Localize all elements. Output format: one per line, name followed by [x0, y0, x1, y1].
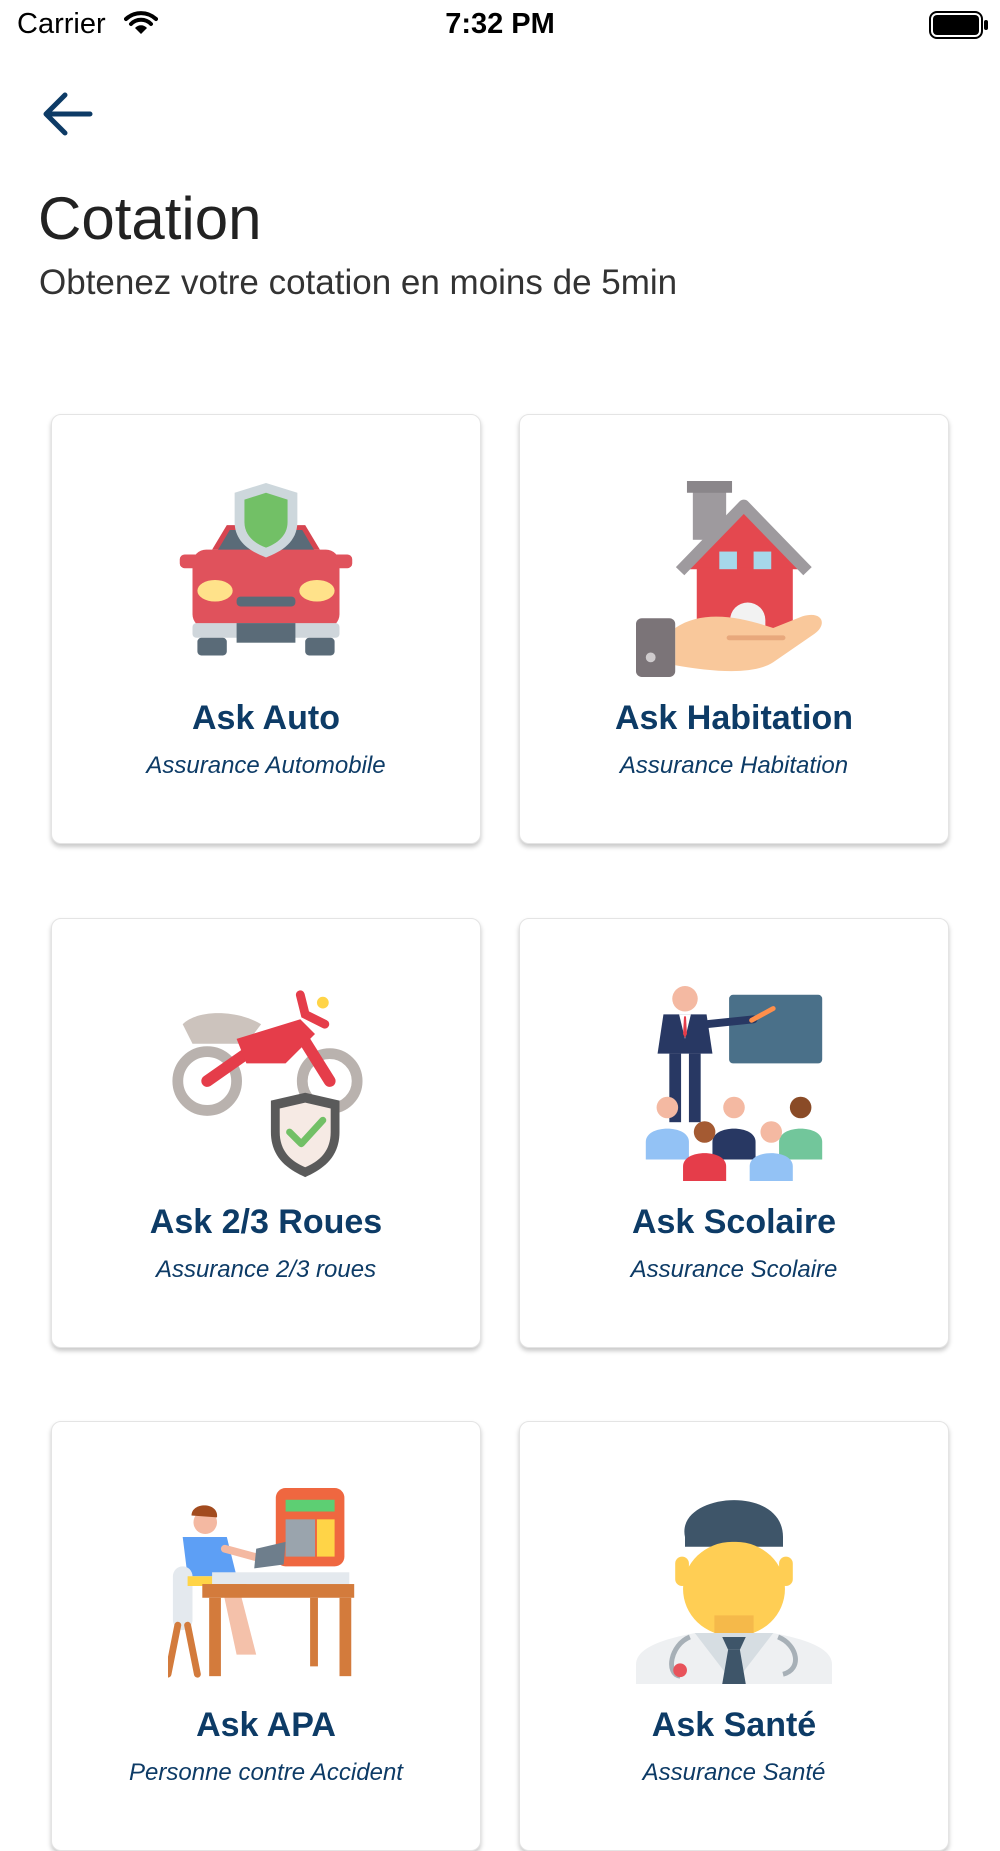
- card-ask-scolaire[interactable]: Ask Scolaire Assurance Scolaire: [519, 918, 949, 1348]
- arrow-left-icon: [43, 92, 93, 136]
- card-title: Ask Scolaire: [631, 1203, 837, 1241]
- card-subtitle: Assurance Habitation: [619, 752, 849, 779]
- desk-worker-icon: [168, 1488, 355, 1678]
- classroom-icon: [645, 985, 823, 1181]
- house-hand-icon: [636, 481, 822, 677]
- card-ask-2-3-roues[interactable]: Ask 2/3 Roues Assurance 2/3 roues: [51, 918, 481, 1348]
- card-subtitle: Assurance Scolaire: [630, 1256, 838, 1283]
- card-title: Ask APA: [196, 1706, 336, 1744]
- status-bar: Carrier 7:32 PM: [0, 0, 1000, 54]
- card-subtitle: Personne contre Accident: [129, 1759, 403, 1786]
- status-time: 7:32 PM: [445, 8, 555, 40]
- card-subtitle: Assurance Santé: [642, 1759, 826, 1786]
- car-shield-icon: [179, 482, 353, 656]
- card-ask-apa[interactable]: Ask APA Personne contre Accident: [51, 1421, 481, 1851]
- motorbike-shield-icon: [172, 990, 363, 1178]
- doctor-icon: [636, 1500, 832, 1684]
- card-title: Ask Santé: [651, 1706, 817, 1744]
- card-ask-habitation[interactable]: Ask Habitation Assurance Habitation: [519, 414, 949, 844]
- page-subtitle: Obtenez votre cotation en moins de 5min: [39, 263, 678, 302]
- card-title: Ask Auto: [192, 699, 340, 737]
- card-ask-auto[interactable]: Ask Auto Assurance Automobile: [51, 414, 481, 844]
- card-ask-sante[interactable]: Ask Santé Assurance Santé: [519, 1421, 949, 1851]
- battery-icon: [929, 11, 988, 39]
- card-title: Ask 2/3 Roues: [149, 1203, 383, 1241]
- card-subtitle: Assurance Automobile: [146, 752, 386, 779]
- card-title: Ask Habitation: [614, 699, 854, 737]
- page-title: Cotation: [38, 185, 262, 252]
- card-subtitle: Assurance 2/3 roues: [155, 1256, 377, 1283]
- back-button[interactable]: [38, 86, 98, 142]
